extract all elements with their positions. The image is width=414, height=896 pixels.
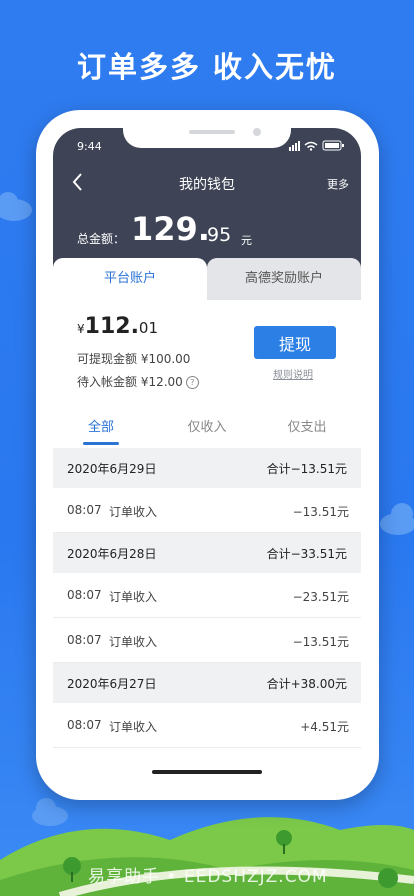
transaction-label: 订单收入: [109, 635, 158, 649]
help-icon[interactable]: ?: [185, 376, 199, 389]
rules-link[interactable]: 规则说明: [273, 366, 313, 381]
transaction-label: 订单收入: [109, 590, 158, 604]
tab-platform-account[interactable]: 平台账户: [53, 258, 207, 300]
watermark-text: 易享助手 • EEDSHZJZ.COM: [88, 867, 328, 887]
status-icons: [289, 140, 344, 151]
available-amount: 可提现金额 ¥100.00: [77, 352, 191, 366]
transaction-row[interactable]: 08:07 订单收入 −13.51元: [53, 488, 361, 533]
transaction-amount: −13.51元: [292, 635, 349, 649]
wallet-screen: 9:44 我的钱包 更多 总金额： 129. 95 元 平台账户 高德奖励账户 …: [53, 128, 361, 778]
filter-tabs: 全部 仅收入 仅支出: [53, 416, 361, 448]
day-date: 2020年6月27日: [67, 677, 157, 691]
transaction-time: 08:07: [67, 588, 102, 602]
day-header: 2020年6月29日 合计−13.51元: [53, 448, 361, 488]
transaction-time: 08:07: [67, 633, 102, 647]
transaction-time: 08:07: [67, 503, 102, 517]
day-date: 2020年6月29日: [67, 462, 157, 476]
tab-expense-only[interactable]: 仅支出: [257, 416, 357, 435]
balance-int: 112.: [84, 314, 139, 339]
tab-income-only[interactable]: 仅收入: [157, 416, 257, 435]
more-button[interactable]: 更多: [327, 176, 349, 192]
balance-dec: 01: [138, 319, 159, 337]
transaction-label: 订单收入: [109, 720, 158, 734]
cloud-left: [0, 192, 32, 221]
transaction-row[interactable]: 08:07 订单收入 −23.51元: [53, 573, 361, 618]
total-amount-dec: 95: [207, 224, 232, 246]
home-indicator: [152, 770, 262, 774]
signal-icon: [289, 141, 300, 151]
tab-all[interactable]: 全部: [53, 416, 149, 435]
currency-symbol: ¥: [77, 322, 85, 336]
transaction-label: 订单收入: [109, 505, 158, 519]
pending-amount-text: 待入帐金额 ¥12.00: [77, 375, 183, 389]
total-amount-int: 129.: [131, 210, 210, 248]
battery-icon: [322, 140, 344, 151]
day-total: 合计−13.51元: [266, 462, 347, 476]
nav-bar: 我的钱包 更多: [53, 168, 361, 198]
balance-amount: ¥112.01: [77, 314, 158, 339]
day-total: 合计−33.51元: [266, 547, 347, 561]
status-time: 9:44: [77, 140, 102, 153]
phone-notch: [123, 128, 291, 148]
transaction-amount: −23.51元: [292, 590, 349, 604]
cloud-right: [380, 503, 414, 535]
account-tabs: 平台账户 高德奖励账户: [53, 258, 361, 300]
transaction-time: 08:07: [67, 718, 102, 732]
day-header: 2020年6月28日 合计−33.51元: [53, 533, 361, 573]
day-header: 2020年6月27日 合计+38.00元: [53, 663, 361, 703]
promo-tagline: 订单多多 收入无忧: [76, 50, 338, 84]
total-unit: 元: [241, 234, 252, 247]
transaction-amount: +4.51元: [300, 720, 349, 734]
page-title: 我的钱包: [179, 177, 235, 193]
withdraw-button[interactable]: 提现: [254, 326, 336, 359]
total-label: 总金额：: [77, 232, 126, 246]
transaction-row[interactable]: 08:07 订单收入 +4.51元: [53, 703, 361, 748]
transaction-row[interactable]: 08:07 订单收入 −13.51元: [53, 618, 361, 663]
pending-amount: 待入帐金额 ¥12.00?: [77, 373, 199, 390]
active-tab-indicator: [83, 442, 119, 445]
day-date: 2020年6月28日: [67, 547, 157, 561]
transaction-list: 2020年6月29日 合计−13.51元 08:07 订单收入 −13.51元 …: [53, 448, 361, 748]
wifi-icon: [304, 141, 318, 151]
tab-reward-account[interactable]: 高德奖励账户: [207, 258, 361, 300]
transaction-amount: −13.51元: [292, 505, 349, 519]
day-total: 合计+38.00元: [266, 677, 347, 691]
